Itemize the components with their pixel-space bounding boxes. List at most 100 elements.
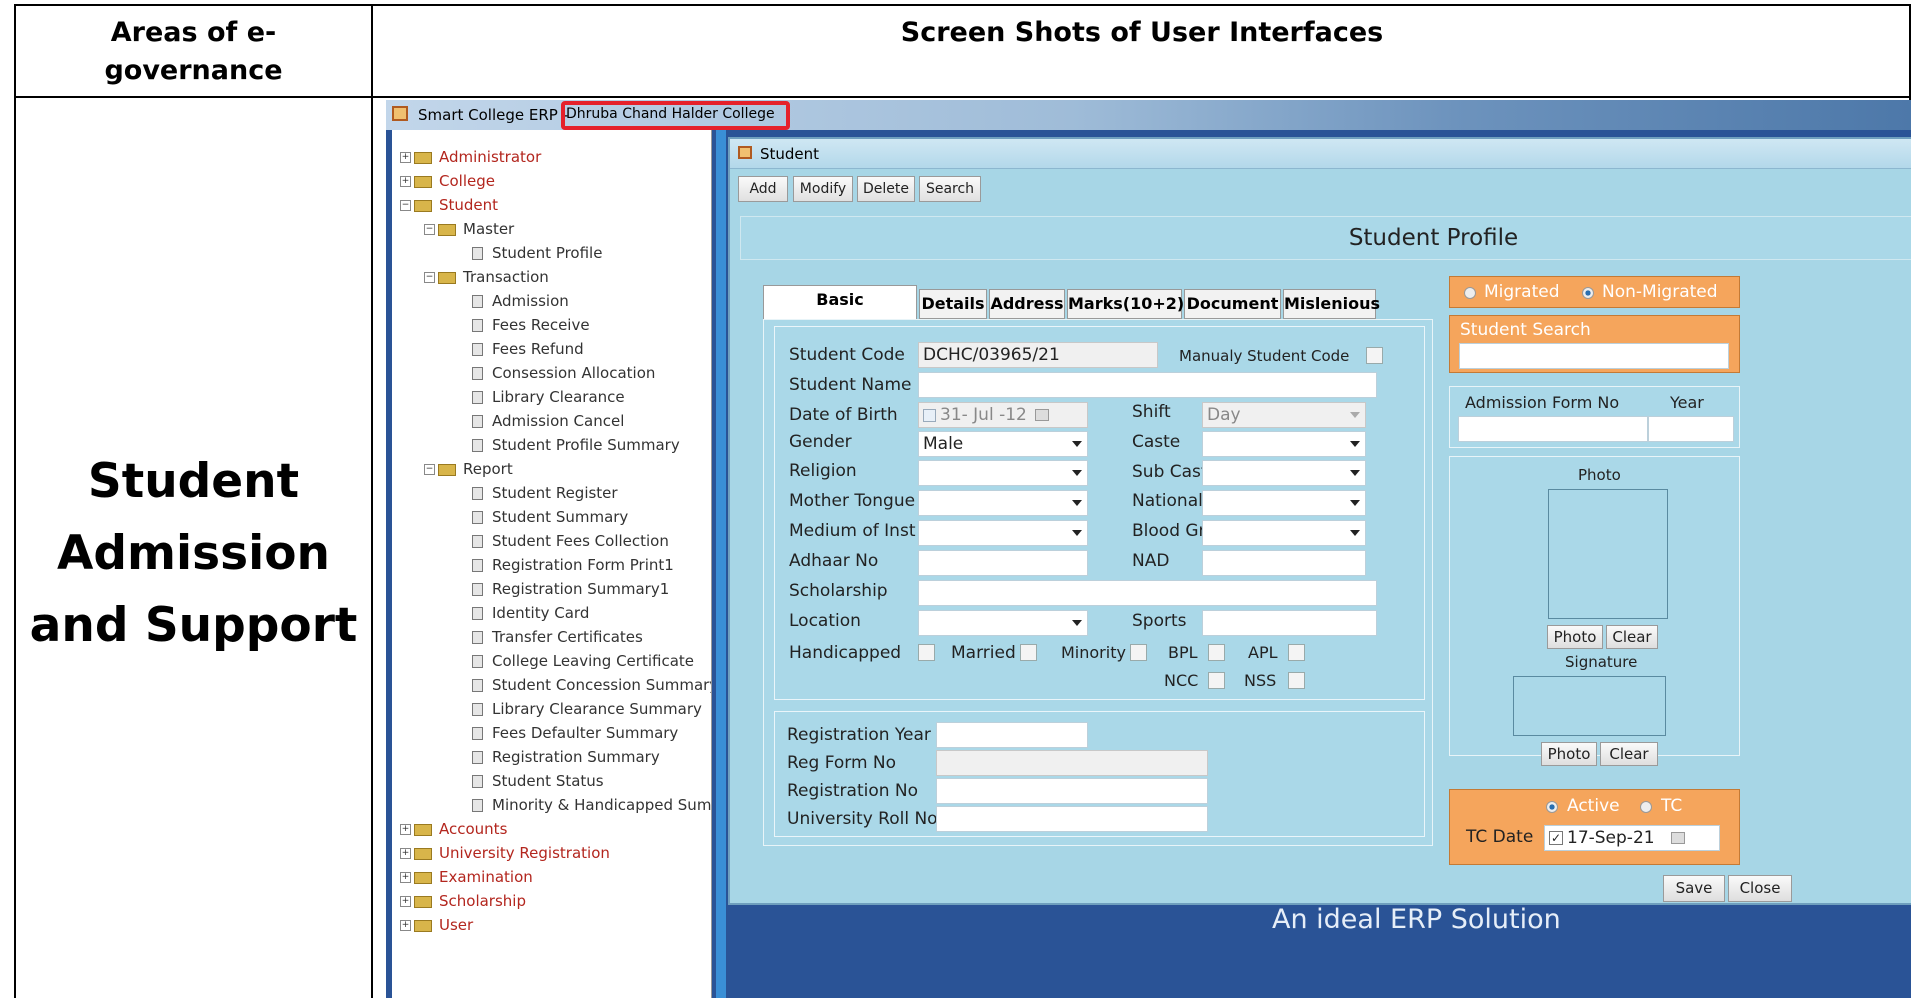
adhaar-field[interactable] [918, 550, 1088, 576]
dob-field[interactable]: 31- Jul -12 [918, 402, 1088, 428]
student-code-field[interactable]: DCHC/03965/21 [918, 342, 1158, 368]
tree-splitter[interactable] [716, 130, 726, 998]
ncc-checkbox[interactable] [1208, 672, 1225, 689]
migrated-radio[interactable] [1464, 287, 1476, 299]
student-search-input[interactable] [1459, 343, 1729, 369]
save-button[interactable]: Save [1663, 875, 1725, 902]
collapse-icon[interactable]: − [424, 464, 435, 475]
bpl-checkbox[interactable] [1208, 644, 1225, 661]
registration-no-field[interactable] [936, 778, 1208, 804]
sports-field[interactable] [1202, 610, 1377, 636]
tree-item-student-summary[interactable]: Student Summary [472, 506, 628, 528]
minority-checkbox[interactable] [1130, 644, 1147, 661]
expand-icon[interactable]: + [400, 848, 411, 859]
tree-item-minority-handicapped-summary[interactable]: Minority & Handicapped Summ [472, 794, 711, 816]
tree-item-master[interactable]: − Master [424, 218, 514, 240]
sub-caste-select[interactable] [1202, 460, 1366, 486]
gender-select[interactable]: Male [918, 431, 1088, 457]
tree-item-transfer-certificates[interactable]: Transfer Certificates [472, 626, 643, 648]
expand-icon[interactable]: + [400, 872, 411, 883]
tree-item-consession-allocation[interactable]: Consession Allocation [472, 362, 655, 384]
tree-item-college-leaving-certificate[interactable]: College Leaving Certificate [472, 650, 694, 672]
expand-icon[interactable]: + [400, 176, 411, 187]
tree-item-library-clearance[interactable]: Library Clearance [472, 386, 625, 408]
collapse-icon[interactable]: − [424, 224, 435, 235]
tree-item-student-concession-summary[interactable]: Student Concession Summary [472, 674, 711, 696]
expand-icon[interactable]: + [400, 920, 411, 931]
calendar-icon[interactable] [1034, 409, 1049, 421]
tc-date-field[interactable]: ✓ 17-Sep-21 [1544, 825, 1720, 851]
expand-icon[interactable]: + [400, 152, 411, 163]
tree-item-accounts[interactable]: + Accounts [400, 818, 507, 840]
active-radio[interactable] [1546, 801, 1558, 813]
tree-item-fees-refund[interactable]: Fees Refund [472, 338, 584, 360]
tree-item-student[interactable]: − Student [400, 194, 498, 216]
registration-year-field[interactable] [936, 722, 1088, 748]
dob-checkbox[interactable] [923, 408, 936, 422]
blood-group-select[interactable] [1202, 520, 1366, 546]
tc-date-checkbox[interactable]: ✓ [1549, 831, 1563, 845]
tree-item-identity-card[interactable]: Identity Card [472, 602, 589, 624]
tree-item-registration-form-print1[interactable]: Registration Form Print1 [472, 554, 674, 576]
tree-item-administrator[interactable]: + Administrator [400, 146, 541, 168]
religion-select[interactable] [918, 460, 1088, 486]
calendar-icon[interactable] [1670, 832, 1685, 844]
tree-item-examination[interactable]: + Examination [400, 866, 533, 888]
apl-checkbox[interactable] [1288, 644, 1305, 661]
manual-code-checkbox[interactable] [1366, 347, 1383, 364]
collapse-icon[interactable]: − [400, 200, 411, 211]
tree-item-registration-summary[interactable]: Registration Summary [472, 746, 660, 768]
tree-item-scholarship[interactable]: + Scholarship [400, 890, 526, 912]
tree-item-fees-defaulter-summary[interactable]: Fees Defaulter Summary [472, 722, 678, 744]
tree-item-library-clearance-summary[interactable]: Library Clearance Summary [472, 698, 702, 720]
collapse-icon[interactable]: − [424, 272, 435, 283]
year-field[interactable] [1648, 416, 1734, 442]
caste-select[interactable] [1202, 431, 1366, 457]
expand-icon[interactable]: + [400, 896, 411, 907]
tab-details[interactable]: Details [919, 289, 987, 319]
shift-select[interactable]: Day [1202, 402, 1366, 428]
tree-item-user[interactable]: + User [400, 914, 473, 936]
location-select[interactable] [918, 610, 1088, 636]
tree-item-student-register[interactable]: Student Register [472, 482, 618, 504]
medium-select[interactable] [918, 520, 1088, 546]
admission-form-no-field[interactable] [1458, 416, 1648, 442]
married-checkbox[interactable] [1020, 644, 1037, 661]
delete-button[interactable]: Delete [857, 176, 915, 202]
add-button[interactable]: Add [738, 176, 788, 202]
tree-item-student-fees-collection[interactable]: Student Fees Collection [472, 530, 669, 552]
scholarship-field[interactable] [918, 580, 1377, 606]
tree-item-admission[interactable]: Admission [472, 290, 569, 312]
tree-item-report[interactable]: − Report [424, 458, 513, 480]
nationality-select[interactable] [1202, 490, 1366, 516]
tree-item-transaction[interactable]: − Transaction [424, 266, 549, 288]
expand-icon[interactable]: + [400, 824, 411, 835]
tree-item-university-registration[interactable]: + University Registration [400, 842, 610, 864]
tree-item-fees-receive[interactable]: Fees Receive [472, 314, 590, 336]
signature-clear-button[interactable]: Clear [1600, 742, 1658, 766]
tab-basic-information[interactable]: Basic Information [763, 285, 917, 337]
tab-mislenious[interactable]: Mislenious [1283, 289, 1380, 319]
mother-tongue-select[interactable] [918, 490, 1088, 516]
tree-item-student-profile-summary[interactable]: Student Profile Summary [472, 434, 680, 456]
modify-button[interactable]: Modify [793, 176, 853, 202]
search-button[interactable]: Search [919, 176, 981, 202]
photo-upload-button[interactable]: Photo [1547, 625, 1603, 649]
close-button[interactable]: Close [1728, 875, 1792, 902]
tree-item-registration-summary1[interactable]: Registration Summary1 [472, 578, 669, 600]
tc-radio[interactable] [1640, 801, 1652, 813]
tab-document[interactable]: Document [1184, 289, 1281, 319]
signature-upload-button[interactable]: Photo [1541, 742, 1597, 766]
tab-address[interactable]: Address [989, 289, 1065, 319]
nss-checkbox[interactable] [1288, 672, 1305, 689]
photo-clear-button[interactable]: Clear [1606, 625, 1658, 649]
tree-item-college[interactable]: + College [400, 170, 495, 192]
university-roll-field[interactable] [936, 806, 1208, 832]
student-name-field[interactable] [918, 372, 1377, 398]
tree-item-student-profile[interactable]: Student Profile [472, 242, 602, 264]
tree-item-student-status[interactable]: Student Status [472, 770, 604, 792]
non-migrated-radio[interactable] [1582, 287, 1594, 299]
tab-marks[interactable]: Marks(10+2) [1067, 289, 1184, 319]
reg-form-field[interactable] [936, 750, 1208, 776]
handicapped-checkbox[interactable] [918, 644, 935, 661]
